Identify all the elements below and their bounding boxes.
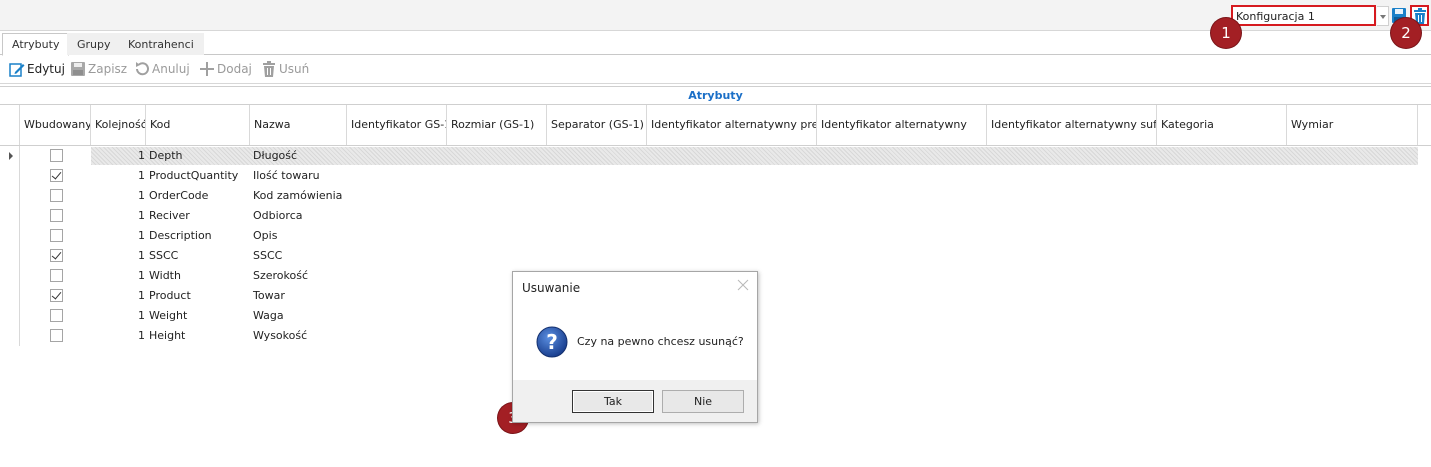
code-cell: ProductQuantity [149,169,239,182]
name-cell: Wysokość [253,329,308,342]
table-row[interactable]: 1 OrderCode Kod zamówienia [0,186,1431,206]
column-header-kolejnosc[interactable]: Kolejność [91,105,146,145]
builtin-checkbox[interactable] [50,229,63,242]
name-cell: Odbiorca [253,209,303,222]
table-row[interactable]: 1 Reciver Odbiorca [0,206,1431,226]
column-header-nazwa[interactable]: Nazwa [250,105,347,145]
table-row[interactable]: 1 Description Opis [0,226,1431,246]
column-header-rozmiar-gs1[interactable]: Rozmiar (GS-1) [447,105,547,145]
code-cell: Width [149,269,181,282]
row-indicator-arrow-icon [9,152,13,160]
plus-icon [200,62,214,76]
order-cell: 1 [138,149,145,162]
column-header-wymiar[interactable]: Wymiar [1287,105,1418,145]
order-cell: 1 [138,189,145,202]
table-row[interactable]: 1 SSCC SSCC [0,246,1431,266]
builtin-checkbox[interactable] [50,149,63,162]
code-cell: Product [149,289,191,302]
code-cell: Weight [149,309,188,322]
name-cell: Towar [253,289,285,302]
builtin-checkbox[interactable] [50,289,63,302]
add-button-label: Dodaj [217,62,252,76]
dialog-message: Czy na pewno chcesz usunąć? [577,335,744,348]
order-cell: 1 [138,329,145,342]
column-header-separator-gs1[interactable]: Separator (GS-1) [547,105,647,145]
builtin-checkbox[interactable] [50,189,63,202]
name-cell: Szerokość [253,269,309,282]
save-button-label: Zapisz [88,62,128,76]
column-header-kategoria[interactable]: Kategoria [1157,105,1287,145]
order-cell: 1 [138,269,145,282]
dialog-title: Usuwanie [522,281,581,295]
name-cell: Opis [253,229,278,242]
code-cell: Description [149,229,212,242]
name-cell: Długość [253,149,298,162]
order-cell: 1 [138,309,145,322]
code-cell: OrderCode [149,189,209,202]
builtin-checkbox[interactable] [50,209,63,222]
name-cell: SSCC [253,249,283,262]
name-cell: Waga [253,309,284,322]
name-cell: Ilość towaru [253,169,320,182]
configuration-select-value: Konfiguracja 1 [1236,10,1315,23]
table-row[interactable]: 1 Depth Długość [0,146,1431,166]
question-icon: ? [536,326,568,358]
no-button[interactable]: Nie [662,390,744,413]
code-cell: SSCC [149,249,179,262]
toolbar: Edytuj Zapisz Anuluj Dodaj Usuń [0,56,1431,84]
edit-button-label: Edytuj [27,62,65,76]
order-cell: 1 [138,229,145,242]
delete-button-label: Usuń [279,62,310,76]
column-header-wbudowany[interactable]: Wbudowany [20,105,91,145]
name-cell: Kod zamówienia [253,189,343,202]
table-row[interactable]: 1 ProductQuantity Ilość towaru [0,166,1431,186]
configuration-select[interactable]: Konfiguracja 1 [1231,5,1376,26]
code-cell: Reciver [149,209,190,222]
trash-icon [263,61,275,77]
code-cell: Depth [149,149,183,162]
svg-text:?: ? [546,330,558,354]
confirm-delete-dialog: Usuwanie ? Czy na pewno chcesz usunąć? T… [512,271,758,423]
order-cell: 1 [138,209,145,222]
tab-kontrahenci[interactable]: Kontrahenci [118,33,204,55]
tab-atrybuty[interactable]: Atrybuty [2,33,70,56]
column-header-identyfikator-alternatywny-suffix[interactable]: Identyfikator alternatywny suffix [987,105,1157,145]
builtin-checkbox[interactable] [50,249,63,262]
tab-bar: Atrybuty Grupy Kontrahenci [0,33,1431,56]
column-header-identyfikator-alternatywny[interactable]: Identyfikator alternatywny [817,105,987,145]
cancel-button-label: Anuluj [152,62,190,76]
undo-icon [136,62,149,76]
yes-button[interactable]: Tak [572,390,654,413]
column-header-identyfikator-gs1[interactable]: Identyfikator GS-1 [347,105,447,145]
grid-title: Atrybuty [0,86,1431,105]
builtin-checkbox[interactable] [50,269,63,282]
order-cell: 1 [138,169,145,182]
dialog-footer: Tak Nie [513,380,757,422]
grid-header: Wbudowany Kolejność Kod Nazwa Identyfika… [0,105,1431,146]
chevron-down-icon[interactable] [1377,6,1389,26]
builtin-checkbox[interactable] [50,329,63,342]
save-icon [71,62,85,76]
order-cell: 1 [138,249,145,262]
builtin-checkbox[interactable] [50,309,63,322]
builtin-checkbox[interactable] [50,169,63,182]
column-header-identyfikator-alternatywny-prefix[interactable]: Identyfikator alternatywny prefix [647,105,817,145]
close-icon[interactable] [737,279,749,291]
row-indicator-header [0,105,20,145]
edit-icon [9,63,25,77]
column-header-kod[interactable]: Kod [146,105,250,145]
tab-grupy[interactable]: Grupy [67,33,121,55]
code-cell: Height [149,329,186,342]
order-cell: 1 [138,289,145,302]
